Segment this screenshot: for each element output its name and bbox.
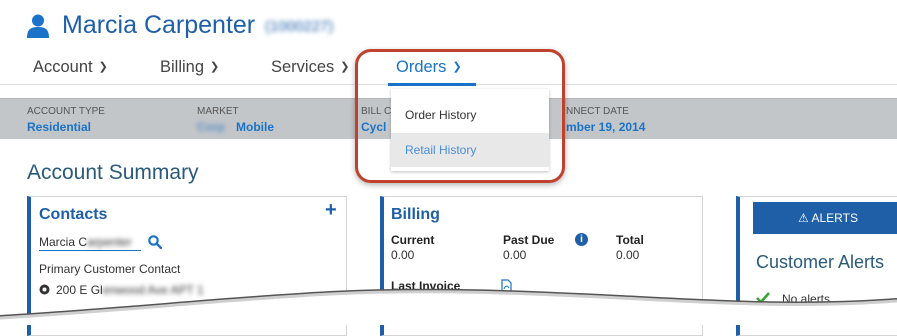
contact-address: 200 E Glenwood Ave APT 1 [56, 283, 204, 297]
alerts-button[interactable]: ⚠ ALERTS [753, 202, 897, 234]
account-type-label: ACCOUNT TYPE [27, 106, 105, 117]
person-icon [27, 14, 49, 38]
nav-services[interactable]: Services ❯ [271, 58, 350, 77]
search-icon[interactable] [148, 235, 162, 249]
contacts-title: Contacts [39, 206, 108, 223]
billing-title: Billing [391, 206, 440, 223]
customer-name: Marcia Carpenter [62, 11, 256, 39]
chevron-down-icon: ❯ [340, 61, 350, 73]
location-pin-icon [39, 284, 50, 295]
add-contact-icon[interactable]: + [325, 200, 337, 220]
customer-id: (1000227) [265, 18, 334, 35]
page-title: Account Summary [27, 161, 199, 184]
connect-date-label: NNECT DATE [566, 106, 629, 117]
contact-name-link[interactable]: Marcia Carpenter [39, 235, 141, 251]
nav-billing[interactable]: Billing ❯ [160, 58, 219, 77]
total-label: Total [616, 233, 644, 247]
total-value: 0.00 [616, 248, 640, 262]
chevron-down-icon: ❯ [98, 61, 108, 73]
pdf-icon[interactable] [501, 279, 512, 293]
invoice-amount-link[interactable]: 0.00 [503, 297, 526, 311]
callout-highlight-box [355, 49, 565, 183]
account-type-value: Residential [27, 120, 92, 134]
chevron-down-icon: ❯ [210, 61, 220, 73]
no-alerts-text: No alerts [782, 292, 831, 306]
current-value: 0.00 [391, 248, 415, 262]
last-invoice-line: mber 15, 2014 for 0.00 [405, 297, 527, 311]
connect-date-value: mber 19, 2014 [566, 120, 646, 134]
checkmark-icon [756, 292, 770, 304]
market-value-blurred: Corp [197, 120, 225, 134]
current-label: Current [391, 233, 435, 247]
market-label: MARKET [197, 106, 239, 117]
warning-icon: ⚠ [798, 211, 809, 225]
last-invoice-label: Last Invoice [391, 279, 461, 293]
info-icon[interactable]: i [575, 233, 588, 246]
market-value: Mobile [236, 120, 274, 134]
past-due-value: 0.00 [503, 248, 527, 262]
primary-contact-label: Primary Customer Contact [39, 262, 181, 276]
invoice-date-link[interactable]: mber 15, 2014 [405, 297, 482, 311]
nav-account[interactable]: Account ❯ [33, 58, 108, 77]
past-due-label: Past Due [503, 233, 555, 247]
customer-alerts-title: Customer Alerts [756, 252, 885, 272]
